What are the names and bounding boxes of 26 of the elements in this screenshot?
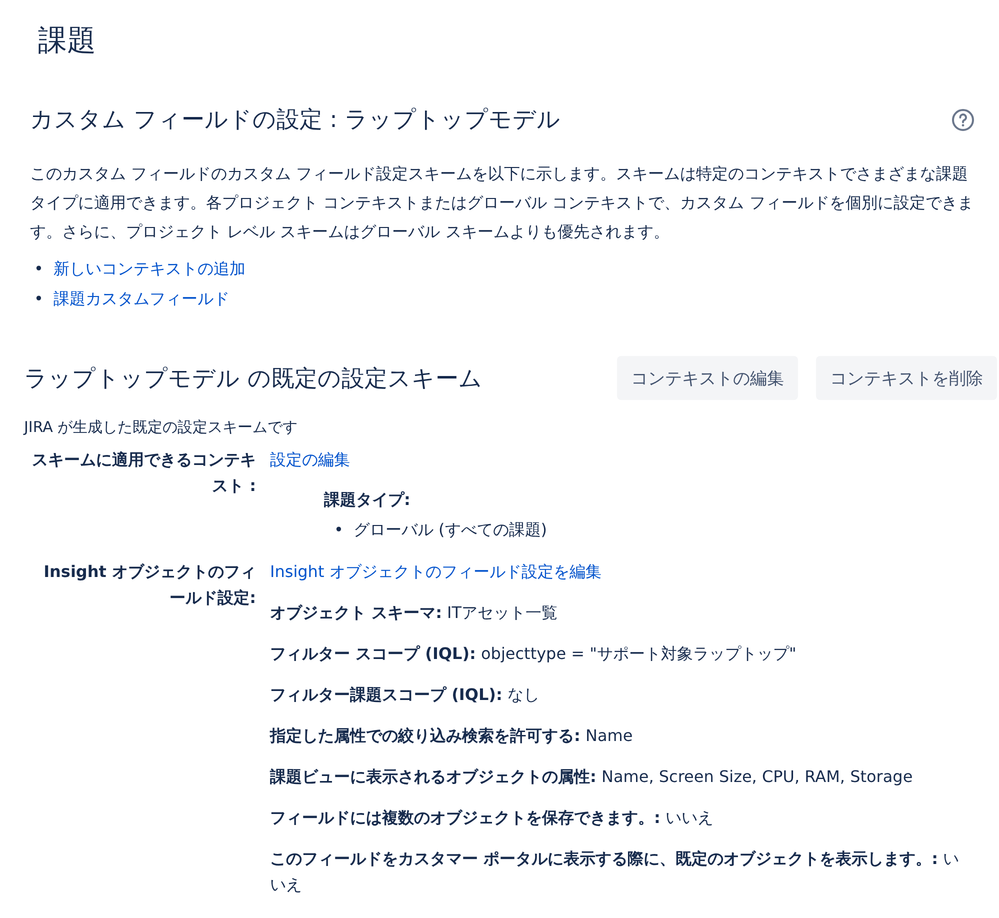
property-text: フィルター スコープ (IQL): objecttype = "サポート対象ラップトップ"	[270, 643, 798, 665]
link[interactable]: 新しいコンテキストの追加	[53, 254, 246, 284]
page-title: 課題	[38, 22, 97, 59]
bullet: •	[334, 519, 344, 541]
section-title: カスタム フィールドの設定 : ラップトップモデル	[30, 106, 561, 135]
property-text: オブジェクト スキーマ: ITアセット一覧	[270, 602, 559, 624]
help-icon[interactable]	[951, 108, 975, 132]
edit-link[interactable]: Insight オブジェクトのフィールド設定を編集	[270, 562, 602, 581]
property-text: 指定した属性での絞り込み検索を許可する: Name	[270, 725, 634, 747]
scheme-note: JIRA が生成した既定の設定スキームです	[24, 418, 299, 437]
edit-link[interactable]: 設定の編集	[270, 450, 350, 469]
property-text: このフィールドをカスタマー ポータルに表示する際に、既定のオブジェクトを表示します。: いいえ	[270, 848, 960, 896]
field-label: スキームに適用できるコンテキスト :	[31, 449, 256, 497]
property-text: 課題ビューに表示されるオブジェクトの属性: Name, Screen Size, CPU, RAM, Storage	[270, 766, 914, 788]
link[interactable]: 課題カスタムフィールド	[53, 284, 230, 314]
issue-types-label: 課題タイプ:	[324, 489, 412, 511]
context-button[interactable]: コンテキストを削除	[816, 356, 997, 400]
bullet: •	[34, 288, 44, 310]
issue-type: グローバル (すべての課題)	[353, 519, 548, 541]
field-label: Insight オブジェクトのフィールド設定:	[42, 561, 256, 609]
property-text: フィールドには複数のオブジェクトを保存できます。: いいえ	[270, 807, 714, 829]
description: このカスタム フィールドのカスタム フィールド設定スキームを以下に示します。スキームは特定のコンテキストでさまざまな課題タイプに適用できます。各プロジェクト コンテキストまたはグローバル コンテキストで、カスタム フィールドを個別に設定できます。さらに、プロジェクト レベル スキームはグローバル スキームよりも優先されます。	[30, 163, 974, 243]
bullet: •	[34, 258, 44, 280]
context-button[interactable]: コンテキストの編集	[617, 356, 798, 400]
scheme-title: ラップトップモデル の既定の設定スキーム	[24, 364, 482, 394]
property-text: フィルター課題スコープ (IQL): なし	[270, 684, 540, 706]
